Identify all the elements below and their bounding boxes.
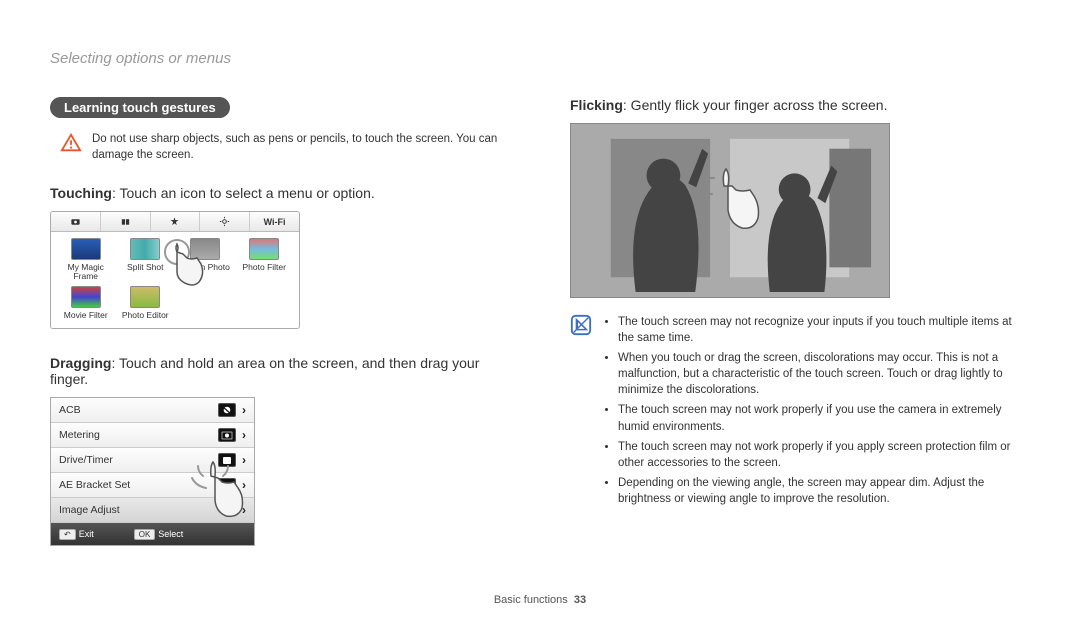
left-column: Learning touch gestures Do not use sharp… (50, 97, 510, 546)
tab-camera-icon[interactable] (51, 212, 101, 231)
warning-callout: Do not use sharp objects, such as pens o… (50, 132, 510, 163)
app-grid: My Magic Frame Split Shot Motion Photo P… (51, 232, 299, 328)
touching-label: Touching (50, 185, 112, 201)
finger-drag-icon (188, 458, 248, 533)
info-item: The touch screen may not work properly i… (618, 439, 1030, 471)
exit-hint: ↶Exit (59, 529, 94, 540)
info-item: When you touch or drag the screen, disco… (618, 350, 1030, 398)
dragging-illustration: ACB› Metering› Drive/Timer› AE Bracket S… (50, 397, 255, 546)
breadcrumb: Selecting options or menus (50, 50, 1030, 67)
flicking-heading: Flicking: Gently flick your finger acros… (570, 97, 1030, 113)
app-item-movie-filter[interactable]: Movie Filter (59, 286, 113, 320)
page-footer: Basic functions 33 (0, 594, 1080, 606)
info-list: The touch screen may not recognize your … (602, 314, 1030, 511)
list-row-metering[interactable]: Metering› (51, 423, 254, 448)
flicking-label: Flicking (570, 97, 623, 113)
right-column: Flicking: Gently flick your finger acros… (570, 97, 1030, 546)
select-hint: OKSelect (134, 529, 184, 540)
touching-heading: Touching: Touch an icon to select a menu… (50, 185, 510, 201)
app-item-photo-filter[interactable]: Photo Filter (238, 238, 292, 282)
info-icon (570, 314, 592, 341)
dragging-label: Dragging (50, 355, 111, 371)
warning-icon (60, 132, 82, 163)
tab-star-icon[interactable] (151, 212, 201, 231)
warning-text: Do not use sharp objects, such as pens o… (92, 132, 510, 163)
section-pill: Learning touch gestures (50, 97, 230, 118)
touching-desc: : Touch an icon to select a menu or opti… (112, 185, 375, 201)
info-item: The touch screen may not work properly i… (618, 402, 1030, 434)
info-callout: The touch screen may not recognize your … (570, 314, 1030, 511)
info-item: The touch screen may not recognize your … (618, 314, 1030, 346)
flicking-illustration (570, 123, 890, 298)
flicking-desc: : Gently flick your finger across the sc… (623, 97, 888, 113)
finger-flick-icon (696, 164, 766, 244)
info-item: Depending on the viewing angle, the scre… (618, 475, 1030, 507)
list-row-acb[interactable]: ACB› (51, 398, 254, 423)
touching-illustration: Wi-Fi My Magic Frame Split Shot Motion P… (50, 211, 300, 329)
tab-gear-icon[interactable] (200, 212, 250, 231)
dragging-heading: Dragging: Touch and hold an area on the … (50, 355, 510, 387)
app-item-magic-frame[interactable]: My Magic Frame (59, 238, 113, 282)
tab-split-icon[interactable] (101, 212, 151, 231)
dragging-desc: : Touch and hold an area on the screen, … (50, 355, 479, 387)
app-tabs: Wi-Fi (51, 212, 299, 232)
finger-touch-icon (161, 238, 211, 298)
tab-wifi[interactable]: Wi-Fi (250, 212, 299, 231)
main-columns: Learning touch gestures Do not use sharp… (50, 97, 1030, 546)
